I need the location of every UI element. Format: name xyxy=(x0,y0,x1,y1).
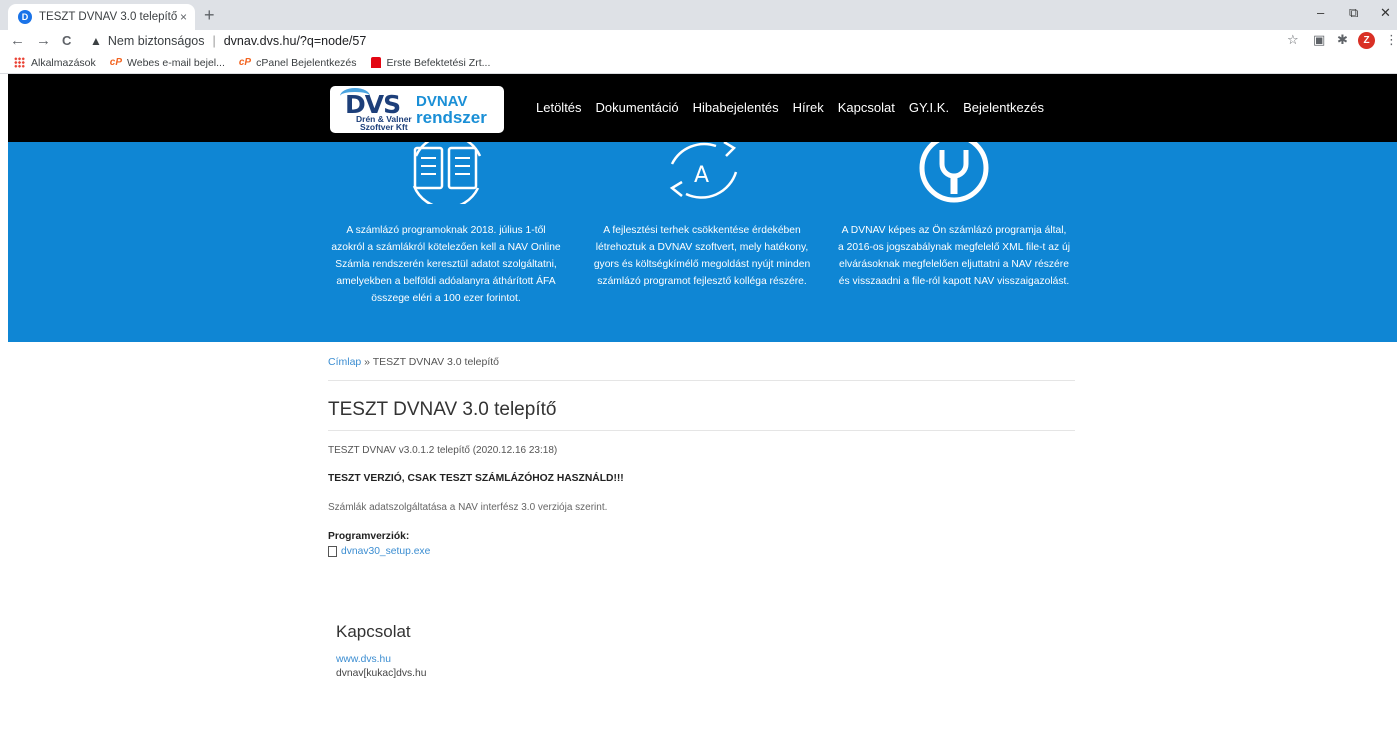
page-title: TESZT DVNAV 3.0 telepítő xyxy=(328,399,1075,431)
feature-text: A fejlesztési terhek csökkentése érdekéb… xyxy=(593,225,811,287)
nav-login[interactable]: Bejelentkezés xyxy=(963,100,1044,115)
site-logo[interactable]: DVS Drén & Valner Szoftver Kft DVNAV ren… xyxy=(330,86,504,133)
apps-icon xyxy=(14,57,25,68)
file-icon xyxy=(328,546,337,557)
bookmark-label: Erste Befektetési Zrt... xyxy=(386,56,491,69)
main-nav: Letöltés Dokumentáció Hibabejelentés Hír… xyxy=(536,100,1058,115)
release-info: TESZT DVNAV v3.0.1.2 telepítő (2020.12.1… xyxy=(328,445,558,456)
forward-button[interactable]: → xyxy=(36,31,51,51)
new-tab-button[interactable]: + xyxy=(204,6,215,24)
feature-card: A DVNAV képes az Ön számlázó programja á… xyxy=(838,133,1070,290)
cpanel-icon: cP xyxy=(109,57,123,68)
main-content: Címlap » TESZT DVNAV 3.0 telepítő TESZT … xyxy=(328,356,1075,557)
extensions-icon[interactable]: ✱ xyxy=(1337,32,1348,48)
address-bar[interactable]: ▲ Nem biztonságos | dvnav.dvs.hu/?q=node… xyxy=(90,30,1270,51)
menu-icon[interactable]: ⋮ xyxy=(1385,32,1397,48)
minimize-icon[interactable]: – xyxy=(1317,5,1324,20)
description: Számlák adatszolgáltatása a NAV interfés… xyxy=(328,502,608,513)
contact-title: Kapcsolat xyxy=(336,622,411,641)
bookmark-webmail[interactable]: cP Webes e-mail bejel... xyxy=(110,57,225,69)
warning-icon: ▲ xyxy=(90,33,102,48)
bookmarks-bar: Alkalmazások cP Webes e-mail bejel... cP… xyxy=(0,52,1397,74)
cpanel-icon: cP xyxy=(238,57,252,68)
nav-bug-report[interactable]: Hibabejelentés xyxy=(693,100,779,115)
omnibox-separator: | xyxy=(212,33,216,48)
breadcrumb-home-link[interactable]: Címlap xyxy=(328,356,361,368)
logo-company: Drén & Valner Szoftver Kft xyxy=(356,115,412,132)
profile-avatar[interactable]: Z xyxy=(1358,32,1375,49)
logo-product-line2: rendszer xyxy=(416,108,487,127)
breadcrumb-separator: » xyxy=(361,356,373,368)
cast-icon[interactable]: ▣ xyxy=(1313,32,1325,48)
url-text[interactable]: dvnav.dvs.hu/?q=node/57 xyxy=(224,34,367,48)
svg-text:A: A xyxy=(694,163,709,188)
back-button[interactable]: ← xyxy=(10,31,25,51)
tab-close-icon[interactable]: × xyxy=(180,10,187,24)
tab-favicon-icon: D xyxy=(18,10,32,24)
bookmark-apps[interactable]: Alkalmazások xyxy=(14,57,96,69)
browser-tab-bar: D TESZT DVNAV 3.0 telepítő | DV-N × + – … xyxy=(0,0,1397,30)
nav-documentation[interactable]: Dokumentáció xyxy=(596,100,679,115)
reload-button[interactable]: C xyxy=(62,31,71,51)
bookmark-label: cPanel Bejelentkezés xyxy=(256,56,357,69)
logo-company-line2: Szoftver Kft xyxy=(360,122,408,132)
download-item: dvnav30_setup.exe xyxy=(328,546,1075,557)
breadcrumb: Címlap » TESZT DVNAV 3.0 telepítő xyxy=(328,356,1075,381)
versions-label: Programverziók: xyxy=(328,531,410,542)
bookmark-label: Webes e-mail bejel... xyxy=(127,56,225,69)
feature-card: A számlázó programoknak 2018. július 1-t… xyxy=(330,134,562,307)
breadcrumb-current: TESZT DVNAV 3.0 telepítő xyxy=(372,356,499,368)
nav-news[interactable]: Hírek xyxy=(793,100,824,115)
contact-email: dvnav[kukac]dvs.hu xyxy=(336,668,427,679)
nav-download[interactable]: Letöltés xyxy=(536,100,582,115)
erste-icon xyxy=(370,57,381,68)
bookmark-cpanel[interactable]: cP cPanel Bejelentkezés xyxy=(239,57,357,69)
wrench-icon xyxy=(838,133,1070,204)
browser-toolbar: ← → C ▲ Nem biztonságos | dvnav.dvs.hu/?… xyxy=(0,30,1397,52)
browser-tab[interactable]: D TESZT DVNAV 3.0 telepítő | DV-N × xyxy=(8,4,195,30)
close-window-icon[interactable]: ✕ xyxy=(1380,5,1391,21)
nav-contact[interactable]: Kapcsolat xyxy=(838,100,895,115)
restore-icon[interactable]: ⧉ xyxy=(1349,5,1358,21)
nav-faq[interactable]: GY.I.K. xyxy=(909,100,949,115)
test-warning: TESZT VERZIÓ, CSAK TESZT SZÁMLÁZÓHOZ HAS… xyxy=(328,473,624,484)
bookmark-erste[interactable]: Erste Befektetési Zrt... xyxy=(370,56,491,69)
documents-icon xyxy=(330,134,562,210)
site-header: DVS Drén & Valner Szoftver Kft DVNAV ren… xyxy=(8,74,1397,142)
translate-cycle-icon: A xyxy=(586,140,818,204)
download-link[interactable]: dvnav30_setup.exe xyxy=(341,546,430,557)
feature-card: A A fejlesztési terhek csökkentése érdek… xyxy=(586,140,818,290)
hero-banner: A számlázó programoknak 2018. július 1-t… xyxy=(8,133,1397,342)
security-status[interactable]: Nem biztonságos xyxy=(108,34,205,48)
bookmark-label: Alkalmazások xyxy=(31,56,96,69)
feature-text: A számlázó programoknak 2018. július 1-t… xyxy=(331,225,561,304)
feature-text: A DVNAV képes az Ön számlázó programja á… xyxy=(838,225,1070,287)
tab-title: TESZT DVNAV 3.0 telepítő | DV-N xyxy=(39,11,179,23)
contact-block: Kapcsolat www.dvs.hu dvnav[kukac]dvs.hu xyxy=(336,622,426,679)
website-link[interactable]: www.dvs.hu xyxy=(336,654,391,665)
contact-website: www.dvs.hu xyxy=(336,654,426,665)
star-icon[interactable]: ☆ xyxy=(1287,32,1299,48)
